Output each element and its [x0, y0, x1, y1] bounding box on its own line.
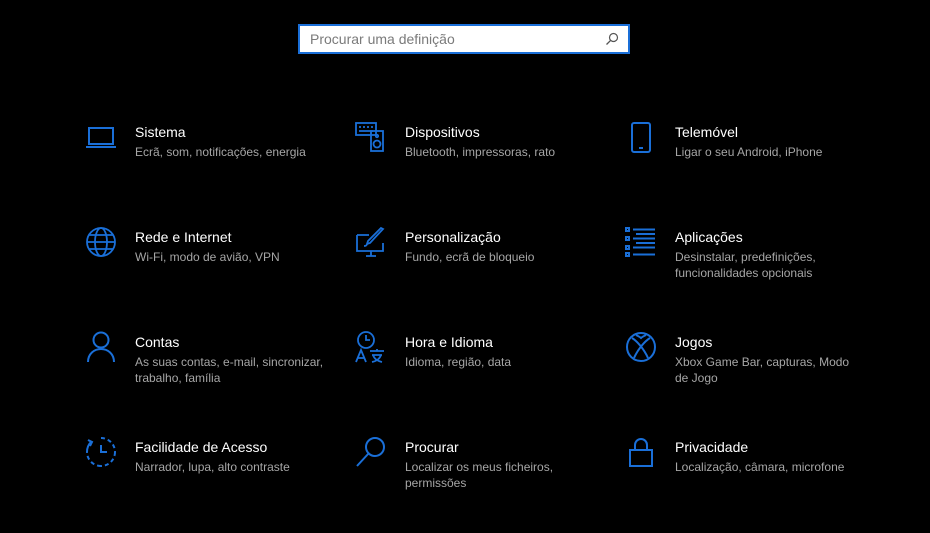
settings-search-box[interactable] — [298, 24, 630, 54]
tile-description: Wi-Fi, modo de avião, VPN — [135, 250, 280, 264]
xbox-icon — [624, 330, 658, 364]
tile-description: Fundo, ecrã de bloqueio — [405, 250, 535, 264]
apps-list-icon — [624, 225, 658, 259]
tile-jogos[interactable]: Jogos Xbox Game Bar, capturas, Modo de J… — [624, 330, 894, 435]
laptop-icon — [84, 120, 118, 154]
tile-rede-internet[interactable]: Rede e Internet Wi-Fi, modo de avião, VP… — [84, 225, 354, 330]
tile-contas[interactable]: Contas As suas contas, e-mail, sincroniz… — [84, 330, 354, 435]
tile-description: Ecrã, som, notificações, energia — [135, 145, 306, 159]
keyboard-speaker-icon — [354, 120, 388, 154]
tile-aplicacoes[interactable]: Aplicações Desinstalar, predefinições, f… — [624, 225, 894, 330]
tile-description: As suas contas, e-mail, sincronizar, tra… — [135, 355, 324, 385]
tile-title: Contas — [135, 334, 180, 350]
tile-title: Procurar — [405, 439, 459, 455]
tile-title: Jogos — [675, 334, 713, 350]
tile-dispositivos[interactable]: Dispositivos Bluetooth, impressoras, rat… — [354, 120, 624, 225]
tile-facilidade-acesso[interactable]: Facilidade de Acesso Narrador, lupa, alt… — [84, 435, 354, 533]
tile-procurar[interactable]: Procurar Localizar os meus ficheiros, pe… — [354, 435, 624, 533]
lock-icon — [624, 435, 658, 469]
globe-icon — [84, 225, 118, 259]
tile-title: Telemóvel — [675, 124, 739, 140]
tile-description: Bluetooth, impressoras, rato — [405, 145, 556, 159]
tile-sistema[interactable]: Sistema Ecrã, som, notificações, energia — [84, 120, 354, 225]
person-icon — [84, 330, 118, 364]
tile-privacidade[interactable]: Privacidade Localização, câmara, microfo… — [624, 435, 894, 533]
search-icon[interactable] — [604, 31, 620, 47]
tile-telemovel[interactable]: Telemóvel Ligar o seu Android, iPhone — [624, 120, 894, 225]
time-language-icon — [354, 330, 388, 364]
tile-description: Ligar o seu Android, iPhone — [675, 145, 823, 159]
tile-title: Sistema — [135, 124, 186, 140]
tile-title: Rede e Internet — [135, 229, 232, 245]
paint-brush-icon — [354, 225, 388, 259]
tile-description: Narrador, lupa, alto contraste — [135, 460, 290, 474]
tile-title: Privacidade — [675, 439, 749, 455]
search-magnifier-icon — [354, 435, 388, 469]
phone-icon — [624, 120, 658, 154]
tile-title: Dispositivos — [405, 124, 480, 140]
tile-title: Personalização — [405, 229, 501, 245]
search-input[interactable] — [300, 26, 604, 52]
tile-description: Localizar os meus ficheiros, permissões — [405, 460, 554, 490]
tile-hora-idioma[interactable]: Hora e Idioma Idioma, região, data — [354, 330, 624, 435]
tile-description: Desinstalar, predefinições, funcionalida… — [675, 250, 816, 280]
tile-description: Idioma, região, data — [405, 355, 512, 369]
tile-title: Facilidade de Acesso — [135, 439, 268, 455]
tile-title: Aplicações — [675, 229, 743, 245]
tile-title: Hora e Idioma — [405, 334, 493, 350]
settings-categories-grid: Sistema Ecrã, som, notificações, energia… — [84, 120, 904, 533]
tile-personalizacao[interactable]: Personalização Fundo, ecrã de bloqueio — [354, 225, 624, 330]
tile-description: Xbox Game Bar, capturas, Modo de Jogo — [675, 355, 850, 385]
tile-description: Localização, câmara, microfone — [675, 460, 845, 474]
ease-of-access-icon — [84, 435, 118, 469]
